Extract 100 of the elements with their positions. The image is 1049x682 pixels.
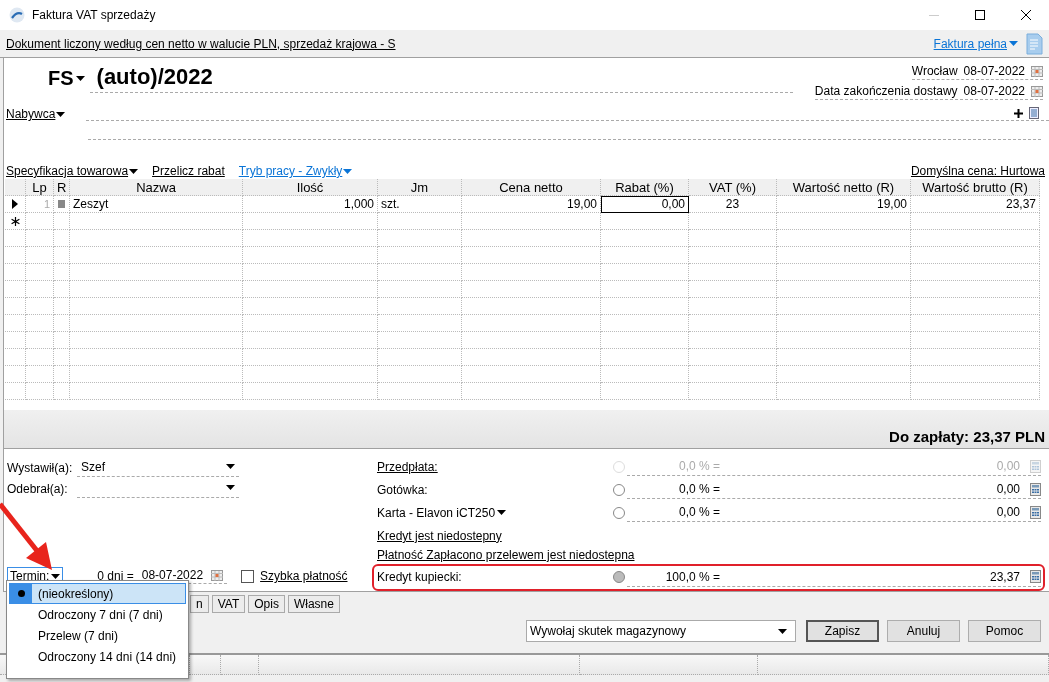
empty-cell[interactable] xyxy=(26,298,54,315)
amount-value[interactable]: 23,37 xyxy=(724,569,1026,584)
menu-item[interactable]: Odroczony 7 dni (7 dni) xyxy=(9,604,186,625)
empty-cell[interactable] xyxy=(378,298,462,315)
dialog-button[interactable]: Zapisz xyxy=(806,620,879,642)
column-header[interactable]: Wartość netto (R) xyxy=(777,179,911,196)
empty-cell[interactable] xyxy=(243,383,378,400)
empty-cell[interactable] xyxy=(462,349,601,366)
column-header[interactable]: Jm xyxy=(378,179,462,196)
empty-cell[interactable] xyxy=(378,230,462,247)
empty-cell[interactable] xyxy=(26,281,54,298)
empty-cell[interactable] xyxy=(777,366,911,383)
empty-cell[interactable] xyxy=(911,349,1040,366)
menu-item[interactable]: (nieokreślony) xyxy=(9,583,186,604)
empty-cell[interactable] xyxy=(689,315,777,332)
empty-cell[interactable] xyxy=(462,264,601,281)
empty-cell[interactable] xyxy=(601,281,689,298)
table-cell[interactable]: 0,00 xyxy=(601,196,689,213)
payment-label[interactable]: Karta - Elavon iCT250 xyxy=(377,505,496,520)
empty-cell[interactable] xyxy=(911,281,1040,298)
empty-cell[interactable] xyxy=(26,247,54,264)
empty-cell[interactable] xyxy=(26,366,54,383)
empty-cell[interactable] xyxy=(378,247,462,264)
table-cell[interactable]: 19,00 xyxy=(462,196,601,213)
empty-cell[interactable] xyxy=(26,315,54,332)
empty-cell[interactable] xyxy=(378,213,462,230)
table-cell[interactable]: Zeszyt xyxy=(70,196,243,213)
calculator-icon[interactable] xyxy=(1030,505,1041,519)
empty-cell[interactable] xyxy=(777,349,911,366)
empty-cell[interactable] xyxy=(689,366,777,383)
tab[interactable]: Opis xyxy=(248,595,285,613)
empty-cell[interactable] xyxy=(689,298,777,315)
empty-cell[interactable] xyxy=(777,332,911,349)
empty-cell[interactable] xyxy=(689,349,777,366)
tab[interactable]: n xyxy=(190,595,209,613)
empty-cell[interactable] xyxy=(70,264,243,281)
calendar-icon[interactable] xyxy=(1031,65,1043,77)
empty-cell[interactable] xyxy=(601,230,689,247)
quick-payment-link[interactable]: Szybka płatność xyxy=(260,569,348,583)
amount-value[interactable]: 0,00 xyxy=(724,482,1026,496)
empty-cell[interactable] xyxy=(243,349,378,366)
empty-cell[interactable] xyxy=(243,230,378,247)
column-header[interactable]: Rabat (%) xyxy=(601,179,689,196)
table-cell[interactable]: 1,000 xyxy=(243,196,378,213)
mode-menu[interactable]: Tryb pracy - Zwykły xyxy=(238,164,353,178)
empty-cell[interactable] xyxy=(911,264,1040,281)
empty-cell[interactable] xyxy=(601,264,689,281)
empty-cell[interactable] xyxy=(689,247,777,264)
empty-cell[interactable] xyxy=(70,349,243,366)
empty-cell[interactable] xyxy=(462,366,601,383)
recalculate-link[interactable]: Przelicz rabat xyxy=(152,164,225,178)
empty-cell[interactable] xyxy=(70,281,243,298)
date-field[interactable]: 08-07-2022 xyxy=(963,84,1025,98)
empty-cell[interactable] xyxy=(462,213,601,230)
empty-cell[interactable] xyxy=(777,230,911,247)
empty-cell[interactable] xyxy=(911,383,1040,400)
radio-button[interactable] xyxy=(613,571,625,584)
empty-cell[interactable] xyxy=(70,213,243,230)
empty-cell[interactable] xyxy=(689,230,777,247)
tab[interactable]: VAT xyxy=(211,595,246,613)
empty-cell[interactable] xyxy=(70,298,243,315)
dialog-button[interactable]: Pomoc xyxy=(968,620,1041,642)
empty-cell[interactable] xyxy=(911,332,1040,349)
empty-cell[interactable] xyxy=(462,315,601,332)
empty-cell[interactable] xyxy=(26,383,54,400)
empty-cell[interactable] xyxy=(777,247,911,264)
tab[interactable]: Własne xyxy=(287,595,340,613)
empty-cell[interactable] xyxy=(689,281,777,298)
buyer-selector[interactable]: Nabywca xyxy=(4,107,86,121)
empty-cell[interactable] xyxy=(911,230,1040,247)
column-header[interactable]: VAT (%) xyxy=(689,179,777,196)
empty-cell[interactable] xyxy=(243,315,378,332)
empty-cell[interactable] xyxy=(911,247,1040,264)
close-button[interactable] xyxy=(1021,10,1031,20)
empty-cell[interactable] xyxy=(601,332,689,349)
empty-cell[interactable] xyxy=(378,264,462,281)
empty-cell[interactable] xyxy=(777,281,911,298)
empty-cell[interactable] xyxy=(243,264,378,281)
document-info-link[interactable]: Dokument liczony według cen netto w walucie PLN, sprzedaż krajowa - S xyxy=(6,36,396,51)
empty-cell[interactable] xyxy=(689,264,777,281)
table-cell[interactable]: szt. xyxy=(378,196,462,213)
column-header[interactable]: Wartość brutto (R) xyxy=(911,179,1040,196)
empty-cell[interactable] xyxy=(601,349,689,366)
empty-cell[interactable] xyxy=(70,230,243,247)
empty-cell[interactable] xyxy=(462,247,601,264)
empty-cell[interactable] xyxy=(777,383,911,400)
empty-cell[interactable] xyxy=(378,349,462,366)
document-icon[interactable] xyxy=(1026,32,1043,55)
column-header[interactable]: R xyxy=(54,179,70,196)
menu-item[interactable]: Odroczony 14 dni (14 dni) xyxy=(9,646,186,667)
empty-cell[interactable] xyxy=(70,332,243,349)
empty-cell[interactable] xyxy=(462,281,601,298)
empty-cell[interactable] xyxy=(911,315,1040,332)
empty-cell[interactable] xyxy=(462,383,601,400)
empty-cell[interactable] xyxy=(243,298,378,315)
empty-cell[interactable] xyxy=(601,298,689,315)
empty-cell[interactable] xyxy=(777,264,911,281)
warehouse-action-dropdown[interactable]: Wywołaj skutek magazynowy xyxy=(526,620,796,642)
empty-cell[interactable] xyxy=(26,264,54,281)
calendar-icon[interactable] xyxy=(1031,85,1043,97)
